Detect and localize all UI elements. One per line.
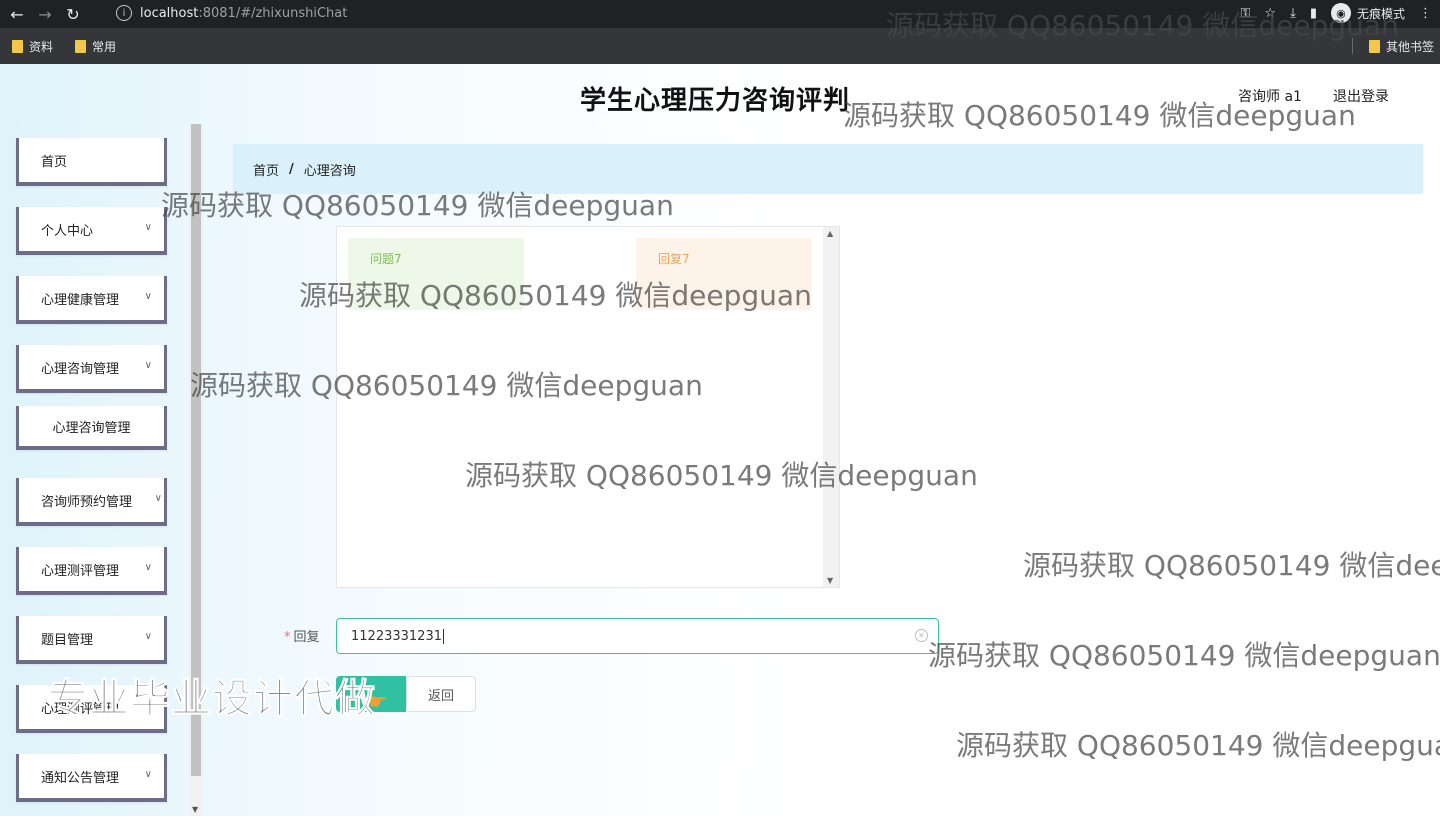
sidebar-item-label: 首页 bbox=[41, 154, 68, 170]
sidebar-item-label: 心理健康管理 bbox=[41, 292, 120, 308]
sidebar-item-appointment[interactable]: 咨询师预约管理 ∨ bbox=[16, 478, 167, 526]
sidebar-item-notices[interactable]: 通知公告管理 ∨ bbox=[16, 754, 167, 802]
key-icon[interactable]: ⚿ bbox=[1241, 6, 1251, 21]
other-bookmarks[interactable]: 其他书签 bbox=[1351, 28, 1434, 64]
question-text: 问题7 bbox=[370, 252, 402, 266]
back-arrow-icon[interactable]: ← bbox=[6, 3, 28, 25]
folder-icon bbox=[75, 39, 87, 53]
header: 学生心理压力咨询评判 咨询师 a1 退出登录 bbox=[0, 64, 1440, 124]
reply-bubble: 回复7 bbox=[636, 238, 812, 310]
sidebar-item-personal-center[interactable]: 个人中心 ∨ bbox=[16, 207, 167, 255]
browser-toolbar: ← → ↻ i localhost :8081/#/zhixunshiChat … bbox=[0, 0, 1440, 28]
ad-watermark: 专业毕业设计代做 bbox=[48, 676, 376, 723]
bookmarks-bar: 资料 常用 其他书签 bbox=[0, 28, 1440, 64]
sidebar-item-label: 心理咨询管理 bbox=[52, 420, 131, 436]
chevron-down-icon: ∨ bbox=[144, 222, 152, 233]
breadcrumb-separator: / bbox=[289, 161, 294, 177]
sidepanel-icon[interactable]: ▮ bbox=[1310, 6, 1317, 21]
incognito-label: 无痕模式 bbox=[1356, 6, 1405, 21]
user-name: 咨询师 a1 bbox=[1238, 89, 1302, 105]
chevron-down-icon: ∨ bbox=[144, 291, 152, 302]
reply-field-label: * 回复 bbox=[284, 626, 320, 645]
sidebar-item-label: 心理咨询管理 bbox=[41, 361, 120, 377]
chevron-down-icon: ∨ bbox=[154, 493, 162, 504]
sidebar-item-label: 心理测评管理 bbox=[41, 563, 120, 579]
other-bookmarks-label: 其他书签 bbox=[1385, 39, 1434, 54]
breadcrumb-current: 心理咨询 bbox=[303, 163, 356, 179]
scroll-down-arrow-icon[interactable]: ▼ bbox=[827, 576, 833, 585]
scroll-up-arrow-icon[interactable]: ▲ bbox=[827, 229, 833, 238]
incognito-icon: ◉ bbox=[1330, 3, 1351, 23]
reload-icon[interactable]: ↻ bbox=[62, 3, 84, 25]
chevron-down-icon: ∨ bbox=[144, 631, 152, 642]
reply-input[interactable]: 11223331231 ✕ bbox=[336, 618, 939, 654]
sidebar-item-counseling[interactable]: 心理咨询管理 ∨ bbox=[16, 345, 167, 393]
reply-input-value: 11223331231 bbox=[351, 628, 442, 644]
folder-icon bbox=[12, 39, 23, 53]
menu-dots-icon[interactable]: ⋮ bbox=[1419, 6, 1432, 21]
chevron-down-icon: ∨ bbox=[144, 769, 152, 780]
logout-link[interactable]: 退出登录 bbox=[1333, 86, 1389, 106]
chevron-down-icon: ∨ bbox=[144, 360, 152, 371]
star-icon[interactable]: ☆ bbox=[1264, 6, 1276, 21]
sidebar-item-label: 咨询师预约管理 bbox=[41, 494, 133, 510]
bookmark-folder[interactable]: 常用 bbox=[75, 38, 116, 55]
sidebar-item-label: 个人中心 bbox=[41, 223, 94, 239]
divider bbox=[1351, 38, 1353, 54]
site-info-icon[interactable]: i bbox=[116, 5, 132, 21]
url-host: localhost bbox=[140, 5, 199, 21]
address-bar[interactable]: i localhost :8081/#/zhixunshiChat bbox=[104, 2, 1274, 24]
sidebar-item-mental-health[interactable]: 心理健康管理 ∨ bbox=[16, 276, 167, 324]
question-bubble: 问题7 bbox=[348, 238, 524, 310]
breadcrumb-home[interactable]: 首页 bbox=[253, 160, 279, 179]
chevron-down-icon: ∨ bbox=[144, 562, 152, 573]
clear-icon[interactable]: ✕ bbox=[915, 629, 928, 642]
sidebar-item-label: 题目管理 bbox=[41, 632, 94, 648]
sidebar-subitem-counseling[interactable]: 心理咨询管理 bbox=[16, 406, 167, 450]
sidebar-item-questions[interactable]: 题目管理 ∨ bbox=[16, 616, 167, 664]
sidebar-item-home[interactable]: 首页 bbox=[16, 138, 167, 186]
chat-scrollbar[interactable]: ▲ ▼ bbox=[823, 227, 839, 587]
breadcrumb: 首页 / 心理咨询 bbox=[233, 144, 1423, 194]
forward-arrow-icon[interactable]: → bbox=[34, 3, 56, 25]
url-path: :8081/#/zhixunshiChat bbox=[198, 5, 348, 21]
incognito-indicator[interactable]: ◉ 无痕模式 bbox=[1330, 3, 1405, 23]
folder-icon bbox=[1368, 39, 1380, 53]
text-caret bbox=[442, 628, 444, 644]
page-title: 学生心理压力咨询评判 bbox=[580, 86, 851, 116]
required-asterisk: * bbox=[284, 630, 291, 645]
sidebar-item-assessment[interactable]: 心理测评管理 ∨ bbox=[16, 547, 167, 595]
reply-label-text: 回复 bbox=[293, 630, 320, 645]
sidebar-item-label: 通知公告管理 bbox=[41, 770, 120, 786]
scroll-down-arrow-icon[interactable]: ▼ bbox=[192, 805, 198, 814]
back-button[interactable]: 返回 bbox=[406, 676, 476, 712]
bookmark-label: 资料 bbox=[29, 39, 54, 54]
chat-window[interactable]: 问题7 回复7 ▲ ▼ bbox=[336, 226, 840, 588]
download-icon[interactable]: ⤓ bbox=[1290, 6, 1296, 21]
bookmark-folder[interactable]: 资料 bbox=[12, 38, 53, 55]
reply-text: 回复7 bbox=[658, 252, 690, 266]
bookmark-label: 常用 bbox=[92, 39, 117, 54]
browser-actions: ⚿ ☆ ⤓ ▮ ◉ 无痕模式 ⋮ bbox=[1241, 2, 1432, 24]
